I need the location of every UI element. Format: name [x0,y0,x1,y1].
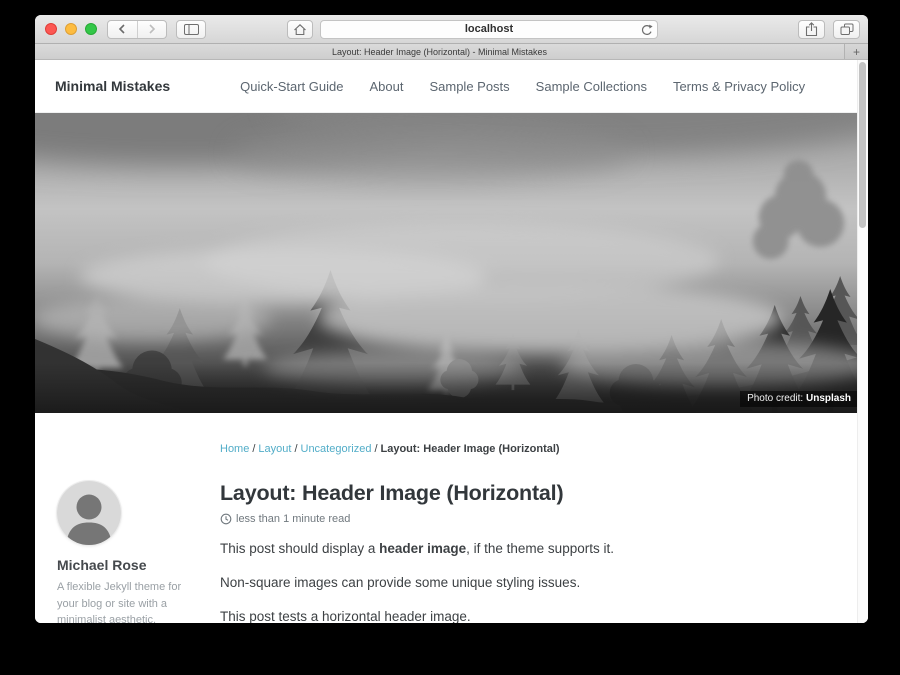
url-text: localhost [321,23,657,35]
read-time-meta: less than 1 minute read [220,513,834,525]
back-button[interactable] [108,21,137,38]
paragraph: Non-square images can provide some uniqu… [220,573,834,594]
photo-credit-prefix: Photo credit: [747,393,806,404]
webpage: Minimal Mistakes Quick-Start Guide About… [35,60,858,623]
history-nav-buttons [107,20,167,39]
sidebar-toggle-button[interactable] [176,20,206,39]
scrollbar-thumb[interactable] [859,62,866,228]
paragraph: This post should display a header image,… [220,539,834,560]
article-layout: Michael Rose A flexible Jekyll theme for… [35,481,858,623]
browser-viewport: Minimal Mistakes Quick-Start Guide About… [35,60,868,623]
close-window-button[interactable] [45,23,57,35]
article-main: Layout: Header Image (Horizontal) less t… [220,481,834,623]
breadcrumb-separator: / [294,443,297,455]
home-button[interactable] [287,20,313,39]
page-scrollbar[interactable] [857,60,868,623]
sidebar-icon [184,24,199,35]
photo-credit-link[interactable]: Unsplash [806,393,851,404]
chevron-right-icon [148,24,156,34]
nav-item-terms-privacy[interactable]: Terms & Privacy Policy [673,79,805,94]
tab-overview-button[interactable] [833,20,860,39]
breadcrumb: Home/Layout/Uncategorized/Layout: Header… [220,443,838,455]
foggy-forest-illustration [35,113,858,413]
tabs-icon [840,23,854,36]
chevron-left-icon [118,24,126,34]
header-image: Photo credit: Unsplash [35,113,858,413]
site-masthead: Minimal Mistakes Quick-Start Guide About… [35,60,858,113]
breadcrumb-separator: / [374,443,377,455]
breadcrumb-uncategorized-link[interactable]: Uncategorized [301,443,372,455]
new-tab-button[interactable]: + [844,44,868,59]
browser-toolbar: localhost [35,15,868,44]
home-icon [293,23,307,36]
photo-credit-caption: Photo credit: Unsplash [740,391,858,407]
nav-item-quick-start-guide[interactable]: Quick-Start Guide [240,79,343,94]
tab-title: Layout: Header Image (Horizontal) - Mini… [332,47,547,57]
breadcrumb-home-link[interactable]: Home [220,443,249,455]
minimize-window-button[interactable] [65,23,77,35]
article-body: This post should display a header image,… [220,539,834,623]
breadcrumb-layout-link[interactable]: Layout [258,443,291,455]
reload-button[interactable] [640,24,653,37]
nav-item-about[interactable]: About [369,79,403,94]
page-title: Layout: Header Image (Horizontal) [220,481,834,506]
nav-item-sample-posts[interactable]: Sample Posts [429,79,509,94]
breadcrumb-current-page: Layout: Header Image (Horizontal) [381,443,560,455]
author-sidebar: Michael Rose A flexible Jekyll theme for… [57,481,200,623]
share-icon [805,22,818,37]
clock-icon [220,513,232,525]
paragraph: This post tests a horizontal header imag… [220,607,834,623]
reload-icon [640,24,653,37]
site-title-link[interactable]: Minimal Mistakes [55,78,170,94]
forward-button[interactable] [137,21,167,38]
address-bar[interactable]: localhost [320,20,658,39]
nav-item-sample-collections[interactable]: Sample Collections [536,79,647,94]
author-name: Michael Rose [57,557,200,573]
share-button[interactable] [798,20,825,39]
person-silhouette-icon [57,481,121,545]
browser-tab[interactable]: Layout: Header Image (Horizontal) - Mini… [35,44,844,59]
breadcrumb-separator: / [252,443,255,455]
author-bio: A flexible Jekyll theme for your blog or… [57,579,183,623]
avatar [57,481,121,545]
tab-bar: Layout: Header Image (Horizontal) - Mini… [35,44,868,60]
safari-window: localhost Layout: Header Im [35,15,868,623]
zoom-window-button[interactable] [85,23,97,35]
site-nav: Quick-Start Guide About Sample Posts Sam… [240,79,805,94]
read-time-text: less than 1 minute read [236,513,350,525]
window-controls [45,23,97,35]
